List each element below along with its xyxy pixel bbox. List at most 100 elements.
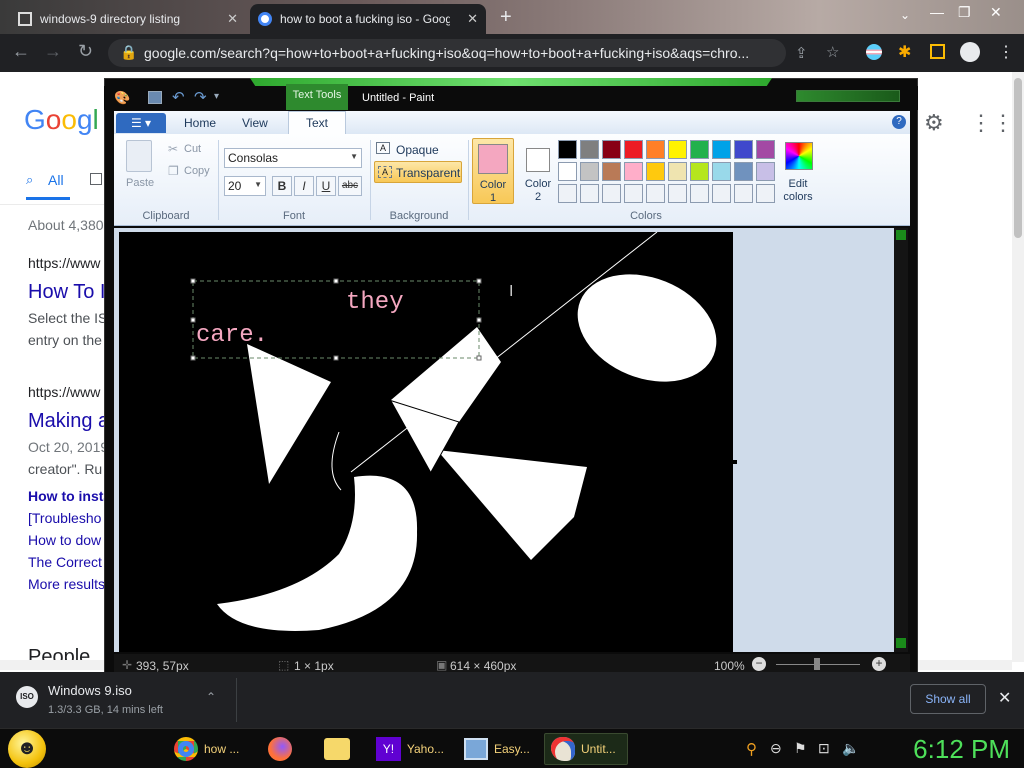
page-scrollbar[interactable]	[1012, 72, 1024, 662]
palette-swatch[interactable]	[558, 140, 577, 159]
taskbar-easy[interactable]: Easy...	[458, 733, 538, 765]
menu-kebab-icon[interactable]: ⋮	[998, 42, 1014, 62]
palette-swatch[interactable]	[558, 184, 577, 203]
extensions-puzzle-icon[interactable]: ✱	[898, 42, 911, 62]
edit-colors-button[interactable]: Edit colors	[782, 138, 814, 204]
zoom-in-icon[interactable]: +	[872, 657, 886, 671]
resize-handle[interactable]	[190, 355, 196, 361]
palette-swatch[interactable]	[646, 162, 665, 181]
palette-swatch[interactable]	[690, 140, 709, 159]
restore-icon[interactable]: ❐	[958, 4, 971, 21]
show-all-button[interactable]: Show all	[910, 684, 986, 714]
bold-button[interactable]: B	[272, 176, 292, 196]
color2-button[interactable]: Color 2	[518, 138, 558, 204]
palette-swatch[interactable]	[580, 184, 599, 203]
redo-icon[interactable]: ↷	[194, 88, 207, 106]
resize-handle[interactable]	[476, 317, 482, 323]
back-arrow-icon[interactable]: ←	[12, 41, 30, 62]
quick-access-dropdown-icon[interactable]: ▾	[214, 91, 219, 102]
palette-swatch[interactable]	[756, 140, 775, 159]
resize-handle[interactable]	[476, 355, 482, 361]
palette-swatch[interactable]	[602, 162, 621, 181]
result-title[interactable]: How To I	[28, 281, 106, 304]
strikethrough-button[interactable]: abc	[338, 176, 362, 196]
zoom-out-icon[interactable]: −	[752, 657, 766, 671]
forward-arrow-icon[interactable]: →	[44, 41, 62, 62]
profile-avatar-icon[interactable]	[960, 42, 980, 62]
taskbar-clock[interactable]: 6:12 PM	[913, 734, 1010, 765]
zoom-slider-thumb[interactable]	[814, 658, 820, 670]
canvas-resize-handle[interactable]	[733, 460, 737, 464]
start-button-smiley-icon[interactable]: ☻	[8, 730, 46, 768]
download-filename[interactable]: Windows 9.iso	[48, 683, 132, 698]
palette-swatch[interactable]	[690, 162, 709, 181]
result-title[interactable]: Making a	[28, 410, 106, 433]
paste-button[interactable]: Paste	[126, 177, 154, 189]
palette-swatch[interactable]	[646, 184, 665, 203]
chevron-down-icon[interactable]: ⌄	[900, 8, 910, 22]
action-center-flag-icon[interactable]: ⚑	[794, 740, 807, 757]
palette-swatch[interactable]	[558, 162, 577, 181]
palette-swatch[interactable]	[624, 140, 643, 159]
resize-handle[interactable]	[190, 278, 196, 284]
tab-search-icon[interactable]	[930, 44, 945, 59]
tab-view[interactable]: View	[242, 116, 268, 130]
sub-link[interactable]: More results	[28, 576, 106, 592]
color1-button[interactable]: Color 1	[472, 138, 514, 204]
palette-swatch[interactable]	[712, 162, 731, 181]
palette-swatch[interactable]	[624, 184, 643, 203]
search-icon[interactable]: ⚲	[746, 740, 757, 758]
result-url[interactable]: https://www	[28, 384, 106, 400]
bookmark-star-icon[interactable]: ☆	[826, 43, 839, 61]
palette-swatch[interactable]	[624, 162, 643, 181]
do-not-disturb-icon[interactable]: ⊖	[770, 740, 782, 757]
google-logo[interactable]: Googl	[24, 104, 99, 136]
palette-swatch[interactable]	[712, 184, 731, 203]
paint-menu-button[interactable]: ☰ ▾	[116, 113, 166, 133]
omnibox[interactable]: 🔒 google.com/search?q=how+to+boot+a+fuck…	[108, 39, 786, 67]
tab-home[interactable]: Home	[184, 116, 216, 130]
sub-link[interactable]: The Correct	[28, 554, 106, 570]
tab-google-search[interactable]: how to boot a fucking iso - Goog ✕	[250, 4, 486, 34]
paint-canvas[interactable]: they care. I	[119, 232, 733, 652]
chevron-up-icon[interactable]: ⌃	[206, 690, 216, 704]
palette-swatch[interactable]	[668, 162, 687, 181]
italic-button[interactable]: I	[294, 176, 314, 196]
palette-swatch[interactable]	[580, 140, 599, 159]
opaque-button[interactable]: Opaque	[396, 143, 439, 157]
resize-handle[interactable]	[333, 278, 339, 284]
palette-swatch[interactable]	[734, 140, 753, 159]
palette-swatch[interactable]	[602, 140, 621, 159]
sub-link[interactable]: How to dow	[28, 532, 106, 548]
close-tab-icon[interactable]: ✕	[467, 11, 478, 27]
resize-handle[interactable]	[476, 278, 482, 284]
palette-swatch[interactable]	[756, 184, 775, 203]
apps-grid-icon[interactable]: ⋮⋮	[970, 110, 1014, 136]
minimize-icon[interactable]: —	[930, 4, 944, 20]
canvas-scrollbar-v[interactable]	[894, 228, 908, 652]
reload-icon[interactable]: ↻	[78, 41, 93, 62]
copy-button[interactable]: Copy	[184, 165, 210, 177]
save-icon[interactable]	[148, 91, 162, 104]
plus-icon[interactable]: +	[500, 6, 512, 29]
extension-flag-icon[interactable]	[866, 44, 882, 60]
close-download-bar-icon[interactable]: ✕	[998, 688, 1011, 708]
underline-button[interactable]: U	[316, 176, 336, 196]
palette-swatch[interactable]	[668, 184, 687, 203]
palette-swatch[interactable]	[602, 184, 621, 203]
undo-icon[interactable]: ↶	[172, 88, 185, 106]
taskbar-chrome[interactable]: how ...	[168, 733, 248, 765]
font-size-select[interactable]: 20 ▼	[224, 176, 266, 196]
taskbar-yahoo[interactable]: Y! Yaho...	[370, 733, 450, 765]
palette-swatch[interactable]	[690, 184, 709, 203]
transparent-button[interactable]: A Transparent	[374, 161, 462, 183]
images-tab-icon[interactable]	[90, 173, 102, 185]
window-controls[interactable]	[796, 90, 900, 102]
palette-swatch[interactable]	[734, 184, 753, 203]
close-window-icon[interactable]: ✕	[990, 4, 1002, 21]
settings-gear-icon[interactable]: ⚙	[924, 110, 944, 136]
taskbar-firefox[interactable]	[262, 733, 302, 765]
palette-swatch[interactable]	[734, 162, 753, 181]
taskbar-files[interactable]	[318, 733, 358, 765]
palette-swatch[interactable]	[756, 162, 775, 181]
